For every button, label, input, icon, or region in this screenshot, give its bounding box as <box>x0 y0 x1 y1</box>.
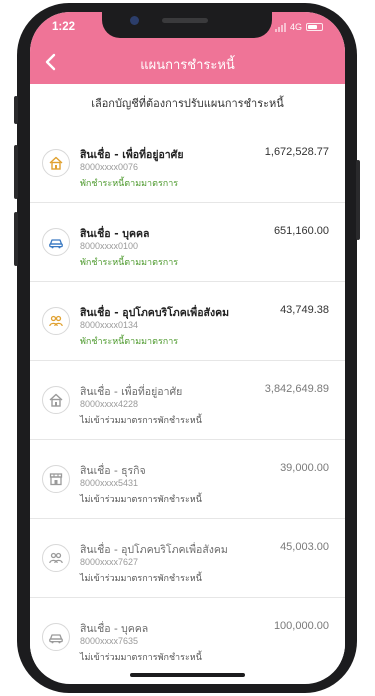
mute-switch <box>14 96 18 124</box>
people-icon <box>42 544 70 572</box>
speaker <box>162 18 208 23</box>
account-number: 8000xxxx0076 <box>80 162 139 172</box>
instruction-text: เลือกบัญชีที่ต้องการปรับแผนการชำระหนี้ <box>91 97 284 110</box>
volume-down-button <box>14 212 18 266</box>
account-number: 8000xxxx7627 <box>80 557 139 567</box>
home-indicator <box>130 673 245 677</box>
account-number: 8000xxxx5431 <box>80 478 139 488</box>
account-balance: 3,842,649.89 <box>264 383 329 395</box>
relief-status: ไม่เข้าร่วมมาตรการพักชำระหนี้ <box>80 574 202 584</box>
account-name: สินเชื่อ - บุคคล <box>80 228 150 240</box>
account-balance: 1,672,528.77 <box>264 146 329 158</box>
car-icon <box>42 228 70 256</box>
account-row[interactable]: สินเชื่อ - อุปโภคบริโภคเพื่อสังคม 45,003… <box>30 519 345 598</box>
signal-icon <box>274 22 286 32</box>
relief-status: ไม่เข้าร่วมมาตรการพักชำระหนี้ <box>80 495 202 505</box>
account-number: 8000xxxx7635 <box>80 636 139 646</box>
account-balance: 39,000.00 <box>280 462 329 474</box>
battery-icon <box>306 23 323 31</box>
relief-status: พักชำระหนี้ตามมาตรการ <box>80 337 179 347</box>
relief-status: ไม่เข้าร่วมมาตรการพักชำระหนี้ <box>80 653 202 663</box>
page-title: แผนการชำระหนี้ <box>140 58 235 73</box>
account-row[interactable]: สินเชื่อ - ธุรกิจ 39,000.00 8000xxxx5431… <box>30 440 345 519</box>
account-name: สินเชื่อ - เพื่อที่อยู่อาศัย <box>80 386 183 398</box>
account-name: สินเชื่อ - อุปโภคบริโภคเพื่อสังคม <box>80 544 228 556</box>
account-row[interactable]: สินเชื่อ - เพื่อที่อยู่อาศัย 1,672,528.7… <box>30 124 345 203</box>
relief-status: พักชำระหนี้ตามมาตรการ <box>80 179 179 189</box>
account-name: สินเชื่อ - อุปโภคบริโภคเพื่อสังคม <box>80 307 230 319</box>
account-row[interactable]: สินเชื่อ - บุคคล 651,160.00 8000xxxx0100… <box>30 203 345 282</box>
notch <box>102 12 272 38</box>
account-name: สินเชื่อ - เพื่อที่อยู่อาศัย <box>80 149 184 161</box>
network-type: 4G <box>289 22 302 32</box>
chevron-left-icon <box>45 53 56 71</box>
account-name: สินเชื่อ - บุคคล <box>80 623 149 635</box>
people-icon <box>42 307 70 335</box>
account-balance: 100,000.00 <box>273 620 329 632</box>
status-indicators: 4G <box>274 22 323 32</box>
shop-icon <box>42 465 70 493</box>
relief-status: ไม่เข้าร่วมมาตรการพักชำระหนี้ <box>80 416 202 426</box>
account-balance: 43,749.38 <box>280 304 329 316</box>
account-list: สินเชื่อ - เพื่อที่อยู่อาศัย 1,672,528.7… <box>30 124 345 677</box>
account-number: 8000xxxx4228 <box>80 399 139 409</box>
account-name: สินเชื่อ - ธุรกิจ <box>80 465 146 477</box>
screen: 1:22 4G แผนการชำระหนี้ เลือกบัญชีที่ต้อง… <box>30 12 345 684</box>
house-icon <box>42 386 70 414</box>
camera <box>130 16 139 25</box>
account-balance: 651,160.00 <box>273 225 329 237</box>
account-number: 8000xxxx0134 <box>80 320 139 330</box>
power-button <box>356 160 360 240</box>
account-number: 8000xxxx0100 <box>80 241 139 251</box>
account-row[interactable]: สินเชื่อ - อุปโภคบริโภคเพื่อสังคม 43,749… <box>30 282 345 361</box>
house-icon <box>42 149 70 177</box>
account-row[interactable]: สินเชื่อ - บุคคล 100,000.00 8000xxxx7635… <box>30 598 345 677</box>
car-icon <box>42 623 70 651</box>
status-time: 1:22 <box>52 21 76 33</box>
relief-status: พักชำระหนี้ตามมาตรการ <box>80 258 179 268</box>
volume-up-button <box>14 145 18 199</box>
back-button[interactable] <box>38 50 62 74</box>
account-balance: 45,003.00 <box>280 541 329 553</box>
account-row[interactable]: สินเชื่อ - เพื่อที่อยู่อาศัย 3,842,649.8… <box>30 361 345 440</box>
